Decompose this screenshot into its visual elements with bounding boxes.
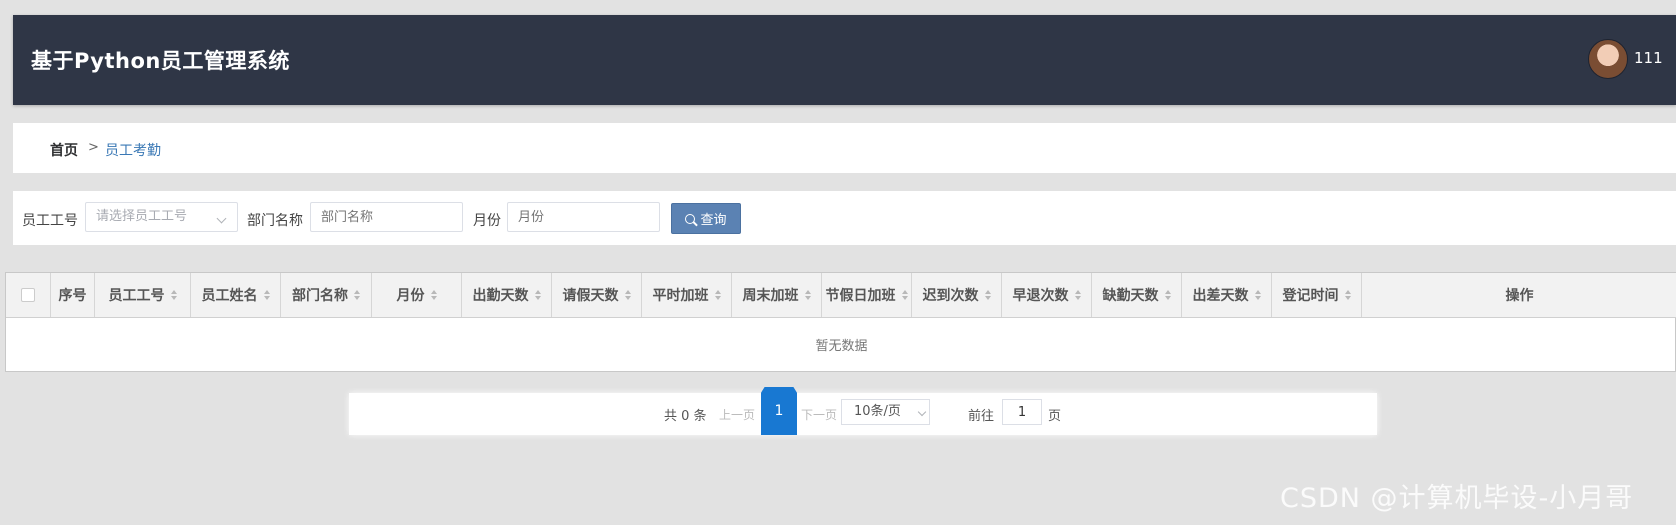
- pagination: 共 0 条 上一页 1 下一页 10条/页 前往 页: [349, 387, 1377, 435]
- app-title: 基于Python员工管理系统: [31, 49, 290, 73]
- sort-icon[interactable]: [1344, 290, 1351, 300]
- col-header[interactable]: 迟到次数: [912, 273, 1002, 317]
- filter-bar: 员工工号 请选择员工工号 部门名称 月份 查询: [13, 191, 1676, 245]
- page-number-current[interactable]: 1: [761, 387, 797, 435]
- col-header[interactable]: 出勤天数: [462, 273, 552, 317]
- goto-page-input[interactable]: [1002, 399, 1042, 425]
- sort-icon[interactable]: [804, 290, 811, 300]
- sort-icon[interactable]: [714, 290, 721, 300]
- col-header[interactable]: 平时加班: [642, 273, 732, 317]
- query-button-label: 查询: [700, 213, 727, 228]
- sort-icon[interactable]: [984, 290, 991, 300]
- col-header[interactable]: 请假天数: [552, 273, 642, 317]
- next-page-button[interactable]: 下一页: [801, 406, 837, 423]
- col-header[interactable]: 部门名称: [281, 273, 372, 317]
- sort-icon[interactable]: [1074, 290, 1081, 300]
- total-count: 共 0 条: [664, 409, 707, 424]
- sort-icon[interactable]: [1164, 290, 1171, 300]
- col-header[interactable]: 员工姓名: [191, 273, 281, 317]
- col-header: 序号: [51, 273, 95, 317]
- month-label: 月份: [473, 213, 501, 229]
- sort-icon[interactable]: [263, 290, 270, 300]
- select-all-checkbox[interactable]: [21, 288, 35, 302]
- watermark: CSDN @计算机毕设-小月哥: [1280, 483, 1634, 514]
- sort-icon[interactable]: [901, 290, 908, 300]
- empty-text: 暂无数据: [815, 338, 868, 354]
- sort-icon[interactable]: [170, 290, 177, 300]
- query-button[interactable]: 查询: [671, 203, 741, 234]
- select-all-cell: [6, 273, 51, 317]
- dept-label: 部门名称: [247, 213, 303, 229]
- sort-icon[interactable]: [534, 290, 541, 300]
- search-icon: [685, 213, 696, 224]
- col-header[interactable]: 月份: [372, 273, 462, 317]
- col-header[interactable]: 缺勤天数: [1092, 273, 1182, 317]
- top-header: 基于Python员工管理系统 111: [13, 15, 1676, 105]
- page-suffix: 页: [1048, 409, 1062, 424]
- attendance-table: 序号 员工工号 员工姓名 部门名称 月份 出勤天数 请假天数 平时加班 周末加班…: [5, 272, 1676, 372]
- prev-page-button[interactable]: 上一页: [719, 406, 755, 423]
- dept-input[interactable]: [310, 202, 463, 232]
- table-header: 序号 员工工号 员工姓名 部门名称 月份 出勤天数 请假天数 平时加班 周末加班…: [6, 273, 1676, 318]
- emp-no-label: 员工工号: [22, 213, 78, 229]
- col-header[interactable]: 早退次数: [1002, 273, 1092, 317]
- month-input[interactable]: [507, 202, 660, 232]
- sort-icon[interactable]: [1254, 290, 1261, 300]
- username[interactable]: 111: [1634, 49, 1663, 67]
- avatar[interactable]: [1588, 39, 1628, 79]
- breadcrumb-separator: >: [88, 140, 99, 155]
- col-header[interactable]: 员工工号: [95, 273, 191, 317]
- col-header[interactable]: 登记时间: [1272, 273, 1362, 317]
- col-header: 操作: [1505, 288, 1534, 304]
- sort-icon[interactable]: [354, 290, 360, 300]
- sort-icon[interactable]: [430, 290, 437, 300]
- breadcrumb: 首页 > 员工考勤: [13, 123, 1676, 173]
- emp-no-select[interactable]: 请选择员工工号: [85, 202, 238, 232]
- breadcrumb-home[interactable]: 首页: [50, 140, 78, 160]
- breadcrumb-current: 员工考勤: [105, 143, 161, 159]
- sort-icon[interactable]: [624, 290, 631, 300]
- goto-label: 前往: [968, 409, 995, 424]
- col-header[interactable]: 周末加班: [732, 273, 822, 317]
- col-header[interactable]: 出差天数: [1182, 273, 1272, 317]
- col-header[interactable]: 节假日加班: [822, 273, 912, 317]
- page-size-select[interactable]: 10条/页: [841, 399, 930, 425]
